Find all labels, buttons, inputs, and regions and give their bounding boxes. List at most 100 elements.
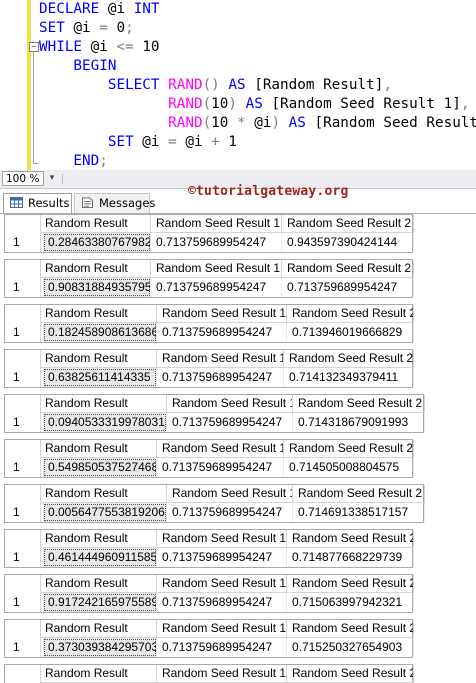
row-number[interactable]: 1	[5, 638, 40, 657]
column-header[interactable]: Random Result	[40, 215, 151, 233]
result-grid[interactable]: Random Result Random Seed Result 1 Random …	[4, 529, 414, 568]
grid-cell[interactable]: 0.28463380767982	[43, 233, 151, 252]
column-header[interactable]: Random Seed Result 1	[151, 215, 282, 233]
result-grid[interactable]: Random Result Random Seed Result 1 Random …	[4, 664, 414, 683]
zoom-level-field[interactable]: 100 %	[2, 171, 44, 186]
result-grid[interactable]: Random Result Random Seed Result 1 Random …	[4, 304, 414, 343]
grid-cell[interactable]: 0.714691338517157	[293, 503, 425, 522]
collapse-toggle-icon[interactable]: −	[29, 42, 39, 52]
code-line[interactable]: RAND(10) AS [Random Seed Result 1],	[39, 95, 469, 114]
column-header[interactable]: Random Seed Result 1	[157, 350, 284, 368]
grid-cell[interactable]: 0.943597390424144	[282, 233, 414, 252]
column-header[interactable]: Random Seed Result 2	[287, 305, 414, 323]
column-header[interactable]: Random Seed Result 2	[284, 440, 414, 458]
row-number[interactable]: 1	[5, 323, 40, 342]
result-grid[interactable]: Random Result Random Seed Result 1 Random …	[4, 259, 414, 298]
row-number[interactable]: 1	[5, 413, 40, 432]
column-header[interactable]: Random Result	[40, 485, 167, 503]
result-grid[interactable]: Random Result Random Seed Result 1 Random …	[4, 394, 425, 433]
row-number[interactable]: 1	[5, 278, 40, 297]
grid-cell[interactable]: 0.713759689954247	[151, 233, 282, 252]
column-header[interactable]: Random Result	[40, 575, 157, 593]
grid-cell[interactable]: 0.917242165975589	[43, 593, 157, 612]
grid-cell[interactable]: 0.0056477553819206	[43, 503, 167, 522]
column-header[interactable]: Random Seed Result 1	[157, 665, 287, 683]
grid-cell[interactable]: 0.373039384295703	[43, 638, 157, 657]
code-line[interactable]: RAND(10 * @i) AS [Random Seed Result 2]	[39, 114, 476, 133]
grid-cell[interactable]: 0.715063997942321	[287, 593, 414, 612]
grid-cell[interactable]: 0.713759689954247	[157, 458, 284, 477]
column-header[interactable]: Random Seed Result 1	[157, 440, 284, 458]
column-header[interactable]: Random Seed Result 2	[284, 350, 414, 368]
column-header[interactable]: Random Seed Result 2	[287, 620, 414, 638]
result-grid[interactable]: Random Result Random Seed Result 1 Random …	[4, 484, 425, 523]
row-number[interactable]: 1	[5, 368, 40, 387]
results-pane[interactable]: Random Result Random Seed Result 1 Random …	[0, 214, 476, 683]
row-number[interactable]: 1	[5, 458, 40, 477]
grid-cell[interactable]: 0.713759689954247	[157, 323, 287, 342]
result-grid[interactable]: Random Result Random Seed Result 1 Random …	[4, 214, 414, 253]
column-header[interactable]: Random Seed Result 1	[157, 530, 287, 548]
column-header[interactable]: Random Seed Result 1	[167, 485, 293, 503]
grid-cell[interactable]: 0.713759689954247	[157, 548, 287, 567]
query-editor[interactable]: − DECLARE @i INT SET @i = 0; WHILE @i <= 1…	[0, 0, 476, 171]
grid-cell[interactable]: 0.713759689954247	[157, 638, 287, 657]
grid-cell[interactable]: 0.713759689954247	[282, 278, 414, 297]
tab-messages[interactable]: Messages	[74, 193, 155, 213]
grid-cell[interactable]: 0.182458908613686	[43, 323, 157, 342]
code-line[interactable]: SELECT RAND() AS [Random Result],	[39, 76, 392, 95]
zoom-dropdown-icon[interactable]: ▾	[46, 171, 58, 186]
grid-cell[interactable]: 0.713759689954247	[151, 278, 282, 297]
column-header[interactable]: Random Seed Result 2	[293, 395, 425, 413]
grid-cell[interactable]: 0.461444960911585	[43, 548, 157, 567]
grid-cell[interactable]: 0.713759689954247	[167, 503, 293, 522]
row-number[interactable]: 1	[5, 233, 40, 252]
column-header[interactable]: Random Result	[40, 395, 167, 413]
grid-cell[interactable]: 0.63825611414335	[43, 368, 157, 387]
column-header[interactable]: Random Result	[40, 665, 157, 683]
column-header[interactable]: Random Seed Result 2	[287, 575, 414, 593]
result-grid[interactable]: Random Result Random Seed Result 1 Random …	[4, 574, 414, 613]
grid-cell[interactable]: 0.713946019666829	[287, 323, 414, 342]
column-header[interactable]: Random Result	[40, 305, 157, 323]
result-grid[interactable]: Random Result Random Seed Result 1 Random …	[4, 439, 414, 478]
column-header[interactable]: Random Seed Result 1	[157, 305, 287, 323]
grid-cell[interactable]: 0.714505008804575	[284, 458, 414, 477]
grid-cell[interactable]: 0.715250327654903	[287, 638, 414, 657]
column-header[interactable]: Random Seed Result 1	[157, 620, 287, 638]
column-header[interactable]: Random Seed Result 1	[157, 575, 287, 593]
grid-cell[interactable]: 0.549850537527468	[43, 458, 157, 477]
column-header[interactable]: Random Result	[40, 620, 157, 638]
grid-cell[interactable]: 0.713759689954247	[157, 593, 287, 612]
column-header[interactable]: Random Seed Result 1	[167, 395, 293, 413]
grid-cell[interactable]: 0.713759689954247	[157, 368, 284, 387]
column-header[interactable]: Random Seed Result 2	[287, 530, 414, 548]
row-number[interactable]: 1	[5, 503, 40, 522]
result-grid[interactable]: Random Result Random Seed Result 1 Random …	[4, 619, 414, 658]
grid-cell[interactable]: 0.0940533319978031	[43, 413, 167, 432]
column-header[interactable]: Random Seed Result 2	[282, 260, 414, 278]
column-header[interactable]: Random Seed Result 2	[293, 485, 425, 503]
code-line[interactable]: WHILE @i <= 10	[39, 38, 160, 57]
column-header[interactable]: Random Result	[40, 440, 157, 458]
grid-cell[interactable]: 0.90831884935795	[43, 278, 151, 297]
column-header[interactable]: Random Result	[40, 260, 151, 278]
code-line[interactable]: SET @i = 0;	[39, 19, 134, 38]
column-header[interactable]: Random Result	[40, 350, 157, 368]
row-number[interactable]: 1	[5, 593, 40, 612]
result-grid[interactable]: Random Result Random Seed Result 1 Random …	[4, 349, 414, 388]
code-line[interactable]: BEGIN	[39, 57, 116, 76]
grid-cell[interactable]: 0.714318679091993	[293, 413, 425, 432]
tab-results[interactable]: Results	[3, 193, 72, 213]
grid-cell[interactable]: 0.713759689954247	[167, 413, 293, 432]
column-header[interactable]: Random Seed Result 1	[151, 260, 282, 278]
column-header[interactable]: Random Seed Result 2	[287, 665, 414, 683]
code-line[interactable]: DECLARE @i INT	[39, 0, 160, 19]
row-number[interactable]: 1	[5, 548, 40, 567]
column-header[interactable]: Random Seed Result 2	[282, 215, 414, 233]
code-line[interactable]: END;	[39, 152, 107, 170]
grid-cell[interactable]: 0.714877668229739	[287, 548, 414, 567]
code-line[interactable]: SET @i = @i + 1	[39, 133, 237, 152]
column-header[interactable]: Random Result	[40, 530, 157, 548]
grid-cell[interactable]: 0.714132349379411	[284, 368, 414, 387]
